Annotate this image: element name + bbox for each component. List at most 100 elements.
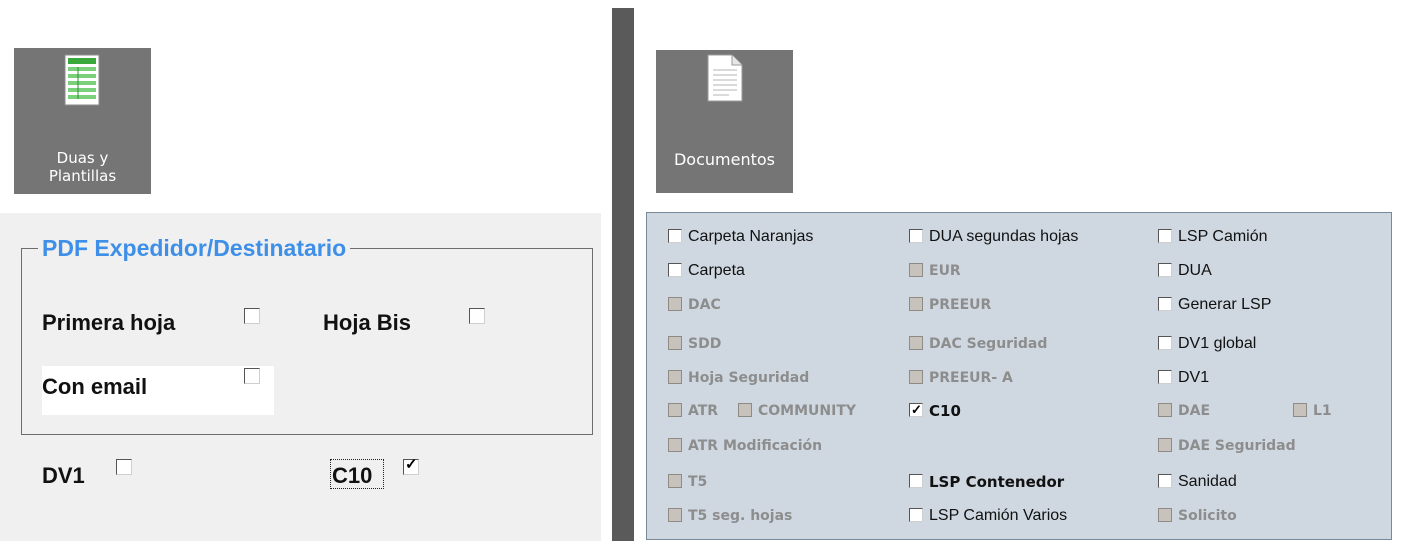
dae-checkbox	[1158, 403, 1172, 417]
dv1-checkbox[interactable]	[116, 459, 132, 475]
c10-label[interactable]: C10	[332, 463, 372, 489]
doc-option-dae-seguridad: DAE Seguridad	[1158, 436, 1296, 456]
doc-option-sanidad[interactable]: Sanidad	[1158, 472, 1237, 492]
generar-lsp-label: Generar LSP	[1178, 296, 1272, 313]
eur-label: EUR	[929, 263, 961, 279]
doc-option-atr-modificacion: ATR Modificación	[668, 436, 822, 456]
doc-option-t5-seg-hojas: T5 seg. hojas	[668, 506, 792, 526]
documents-panel: Carpeta Naranjas Carpeta DAC SDD Hoja Seguri…	[646, 212, 1392, 540]
c10-checkbox[interactable]: ✓	[403, 456, 419, 475]
t5-label: T5	[688, 474, 708, 490]
doc-option-dua-segundas-hojas[interactable]: DUA segundas hojas	[909, 227, 1078, 247]
dae-seguridad-checkbox	[1158, 438, 1172, 452]
documentos-button[interactable]: Documentos	[656, 50, 793, 193]
atr-modificacion-label: ATR Modificación	[688, 438, 823, 454]
dae-label: DAE	[1178, 403, 1211, 419]
dac-label: DAC	[688, 297, 721, 313]
panel-divider	[612, 8, 634, 541]
doc-option-preeur-a: PREEUR- A	[909, 368, 1013, 388]
generar-lsp-checkbox[interactable]	[1158, 297, 1172, 311]
doc-option-atr: ATR	[668, 401, 718, 421]
dv1-global-checkbox[interactable]	[1158, 336, 1172, 350]
dv1-label: DV1	[42, 463, 85, 488]
dv1-label: DV1	[1178, 369, 1210, 386]
lsp-camion-varios-checkbox[interactable]	[909, 508, 923, 522]
lsp-contenedor-label: LSP Contenedor	[929, 473, 1065, 491]
checkmark-icon: ✓	[911, 402, 922, 417]
document-icon	[707, 54, 743, 102]
l1-checkbox	[1293, 403, 1307, 417]
doc-option-hoja-seguridad: Hoja Seguridad	[668, 368, 809, 388]
atr-modificacion-checkbox	[668, 438, 682, 452]
carpeta-label: Carpeta	[688, 262, 745, 279]
doc-option-sdd: SDD	[668, 334, 721, 354]
doc-option-dae: DAE	[1158, 401, 1210, 421]
doc-option-solicito: Solicito	[1158, 506, 1237, 526]
community-label: COMMUNITY	[758, 403, 857, 419]
t5-seg-hojas-label: T5 seg. hojas	[688, 508, 793, 524]
spreadsheet-icon	[64, 54, 100, 106]
pdf-options-form: PDF Expedidor/Destinatario Primera hoja …	[0, 213, 601, 541]
sdd-checkbox	[668, 336, 682, 350]
carpeta-checkbox[interactable]	[668, 263, 682, 277]
preeur-label: PREEUR	[929, 297, 992, 313]
sanidad-checkbox[interactable]	[1158, 474, 1172, 488]
atr-label: ATR	[688, 403, 719, 419]
c10-label: C10	[929, 402, 961, 420]
doc-option-generar-lsp[interactable]: Generar LSP	[1158, 295, 1271, 315]
hoja-seguridad-checkbox	[668, 370, 682, 384]
dv1-checkbox[interactable]	[1158, 370, 1172, 384]
preeur-a-label: PREEUR- A	[929, 370, 1013, 386]
sdd-label: SDD	[688, 336, 722, 352]
solicito-checkbox	[1158, 508, 1172, 522]
preeur-checkbox	[909, 297, 923, 311]
doc-option-lsp-contenedor[interactable]: LSP Contenedor	[909, 472, 1064, 492]
dv1-global-label: DV1 global	[1178, 335, 1257, 352]
dua-segundas-hojas-checkbox[interactable]	[909, 229, 923, 243]
dua-checkbox[interactable]	[1158, 263, 1172, 277]
doc-option-dv1-global[interactable]: DV1 global	[1158, 334, 1256, 354]
preeur-a-checkbox	[909, 370, 923, 384]
doc-option-carpeta[interactable]: Carpeta	[668, 261, 745, 281]
doc-option-preeur: PREEUR	[909, 295, 991, 315]
duas-plantillas-button[interactable]: Duas y Plantillas	[14, 48, 151, 194]
doc-option-dac-seguridad: DAC Seguridad	[909, 334, 1047, 354]
checkmark-icon: ✓	[405, 456, 418, 473]
c10-checkbox[interactable]: ✓	[909, 402, 923, 417]
doc-option-dac: DAC	[668, 295, 721, 315]
hoja-bis-checkbox[interactable]	[469, 308, 485, 324]
lsp-camion-varios-label: LSP Camión Varios	[929, 507, 1068, 524]
carpeta-naranjas-checkbox[interactable]	[668, 229, 682, 243]
lsp-camion-checkbox[interactable]	[1158, 229, 1172, 243]
dua-segundas-hojas-label: DUA segundas hojas	[929, 228, 1079, 245]
community-checkbox	[738, 403, 752, 417]
lsp-camion-label: LSP Camión	[1178, 228, 1268, 245]
doc-option-l1: L1	[1293, 401, 1332, 421]
doc-option-lsp-camion-varios[interactable]: LSP Camión Varios	[909, 506, 1067, 526]
dua-label: DUA	[1178, 262, 1212, 279]
doc-option-dua[interactable]: DUA	[1158, 261, 1212, 281]
sanidad-label: Sanidad	[1178, 473, 1237, 490]
con-email-label: Con email	[42, 374, 148, 399]
doc-option-carpeta-naranjas[interactable]: Carpeta Naranjas	[668, 227, 813, 247]
primera-hoja-label: Primera hoja	[42, 310, 176, 335]
t5-seg-hojas-checkbox	[668, 508, 682, 522]
primera-hoja-checkbox[interactable]	[244, 308, 260, 324]
doc-option-t5: T5	[668, 472, 707, 492]
documentos-tile-label: Documentos	[673, 150, 775, 169]
doc-option-community: COMMUNITY	[738, 401, 856, 421]
l1-label: L1	[1313, 403, 1332, 419]
dac-seguridad-checkbox	[909, 336, 923, 350]
hoja-seguridad-label: Hoja Seguridad	[688, 370, 810, 386]
lsp-contenedor-checkbox[interactable]	[909, 474, 923, 488]
doc-option-dv1[interactable]: DV1	[1158, 368, 1209, 388]
t5-checkbox	[668, 474, 682, 488]
eur-checkbox	[909, 263, 923, 277]
dae-seguridad-label: DAE Seguridad	[1178, 438, 1296, 454]
atr-checkbox	[668, 403, 682, 417]
doc-option-c10[interactable]: ✓ C10	[909, 401, 961, 421]
doc-option-lsp-camion[interactable]: LSP Camión	[1158, 227, 1268, 247]
con-email-checkbox[interactable]	[244, 368, 260, 384]
doc-option-eur: EUR	[909, 261, 961, 281]
group-title: PDF Expedidor/Destinatario	[38, 235, 351, 261]
